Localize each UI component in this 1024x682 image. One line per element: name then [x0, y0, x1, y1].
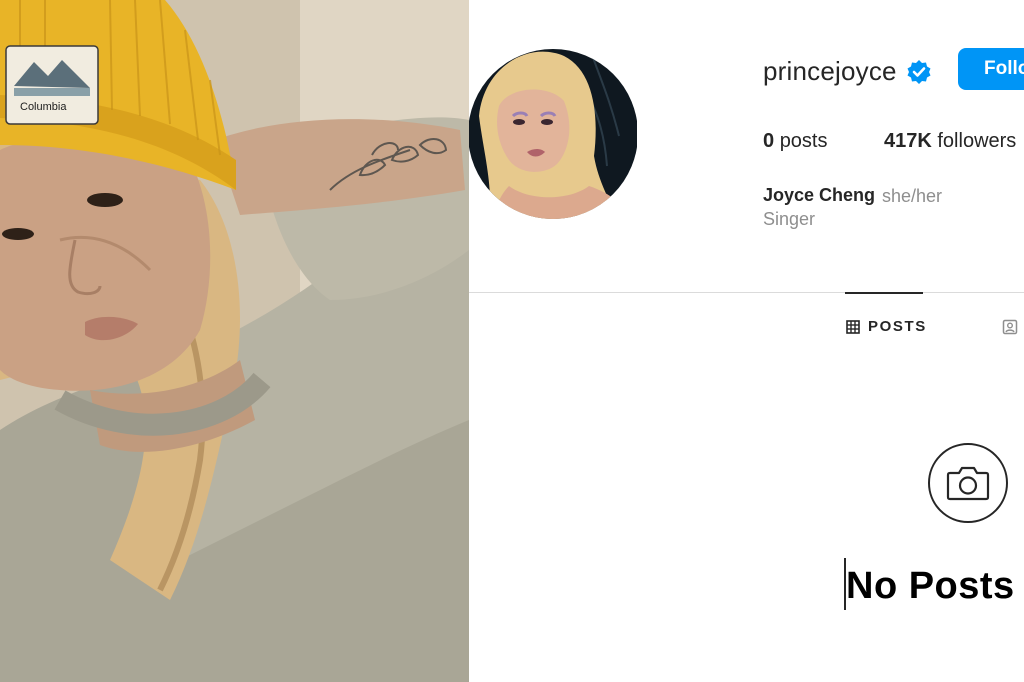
grid-icon: [846, 319, 860, 334]
posts-stat[interactable]: 0 posts: [763, 130, 828, 153]
selfie-illustration: Columbia: [0, 0, 469, 682]
profile-panel: princejoyce Follow 0 posts 417K follower…: [469, 0, 1024, 682]
camera-icon: [946, 466, 990, 501]
username: princejoyce: [763, 56, 897, 86]
avatar-image: [469, 49, 637, 219]
tab-posts-label: POSTS: [868, 318, 927, 335]
tagged-icon[interactable]: [1002, 319, 1018, 335]
tab-active-indicator: [845, 292, 923, 294]
tabs-divider: [469, 292, 1024, 293]
beanie-brand-text: Columbia: [20, 101, 67, 113]
followers-label: followers: [937, 130, 1017, 152]
empty-state-camera: [928, 443, 1008, 523]
full-name: Joyce Cheng: [763, 185, 876, 205]
avatar[interactable]: [469, 36, 637, 233]
empty-state-title: No Posts: [846, 565, 1015, 607]
verified-badge-icon: [907, 60, 931, 84]
followers-count: 417K: [884, 130, 932, 152]
bio-text: Singer: [763, 209, 816, 229]
tab-posts[interactable]: POSTS: [846, 318, 927, 335]
follow-button[interactable]: Follow: [958, 48, 1024, 90]
posts-label: posts: [779, 130, 828, 152]
selfie-photo: Columbia: [0, 0, 469, 682]
pronouns: she/her: [882, 186, 943, 206]
followers-stat[interactable]: 417K followers: [884, 130, 1016, 153]
posts-count: 0: [763, 130, 775, 152]
